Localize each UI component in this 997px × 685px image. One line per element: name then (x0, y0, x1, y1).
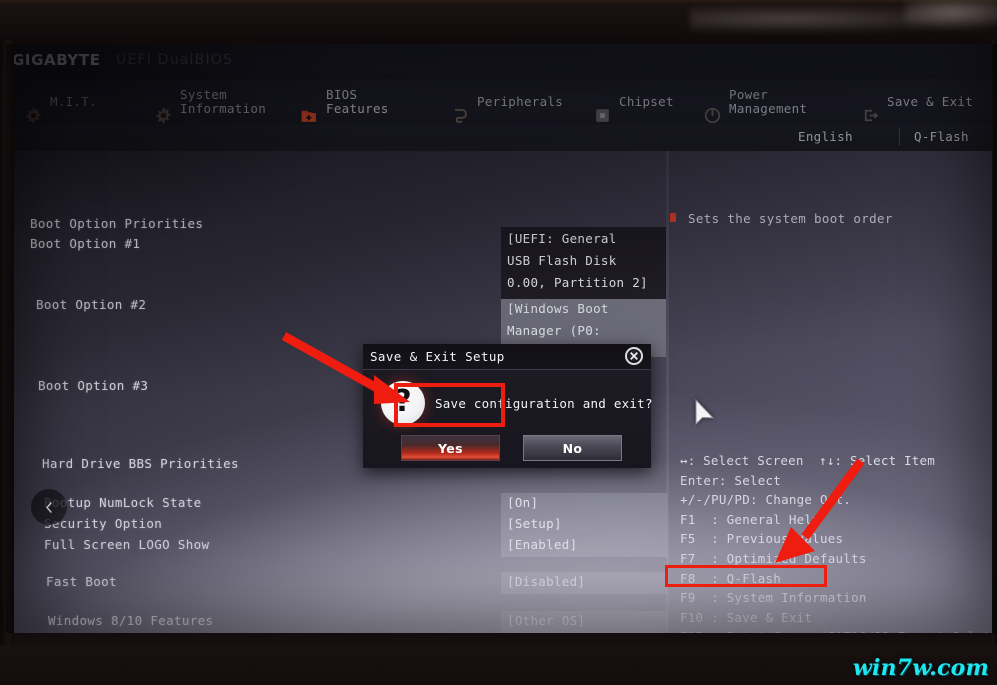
value-line: Manager (P0: (507, 323, 601, 338)
tab-power-management[interactable]: Power Management (703, 79, 807, 124)
tab-label: System Information (180, 86, 267, 116)
setting-label-windows-8-10-features[interactable]: Windows 8/10 Features (48, 613, 213, 628)
watermark: win7w.com (852, 655, 989, 681)
monitor-bezel-top (0, 0, 997, 48)
setting-label-boot-option-1[interactable]: Boot Option #1 (30, 236, 140, 251)
legend-row: F7 : Optimized Defaults (680, 550, 867, 566)
save-and-exit-dialog: Save & Exit Setup ? Save configuration a… (363, 344, 653, 468)
dialog-body: ? Save configuration and exit? Yes No (363, 369, 653, 468)
photo-of-monitor: GIGABYTE UEFI DualBIOS M.I.T. System Inf… (0, 0, 997, 685)
dialog-message: Save configuration and exit? (435, 396, 653, 411)
help-description: Sets the system boot order (688, 211, 893, 226)
no-button[interactable]: No (523, 435, 622, 461)
tab-chipset[interactable]: Chipset (593, 79, 674, 124)
value-full-screen-logo-show[interactable]: [Enabled] (507, 537, 577, 552)
mouse-pointer-icon (695, 399, 715, 426)
main-tab-bar: M.I.T. System Information BIOS Features (6, 79, 997, 124)
legend-row: F9 : System Information (680, 590, 867, 606)
legend-row: Enter: Select (680, 472, 782, 488)
language-selector[interactable]: English (798, 129, 853, 144)
setting-label-fast-boot[interactable]: Fast Boot (46, 574, 117, 589)
tab-label: Chipset (619, 93, 674, 109)
value-windows-8-10-features[interactable]: [Other OS] (507, 613, 585, 628)
value-line: 0.00, Partition 2] (507, 275, 648, 290)
value-line: USB Flash Disk (507, 253, 617, 268)
value-security-option[interactable]: [Setup] (507, 516, 562, 531)
legend-row: +/-/PU/PD: Change Opt. (680, 492, 852, 508)
value-line: [UEFI: General (507, 231, 617, 246)
exit-icon (861, 92, 880, 122)
gear-icon (154, 92, 173, 124)
section-title-boot-option-priorities: Boot Option Priorities (30, 216, 204, 231)
monitor-bezel-left (0, 40, 14, 645)
chip-icon (593, 92, 612, 122)
legend-row-f10-save-and-exit: F10 : Save & Exit (680, 609, 813, 625)
tab-label: M.I.T. (50, 93, 97, 109)
setting-label-full-screen-logo-show[interactable]: Full Screen LOGO Show (44, 537, 209, 552)
scroll-marker-top (670, 213, 676, 222)
setting-label-bootup-numlock-state[interactable]: Bootup NumLock State (44, 495, 202, 510)
tab-mit[interactable]: M.I.T. (24, 79, 97, 124)
q-flash-button[interactable]: Q-Flash (914, 129, 969, 144)
setting-label-boot-option-3[interactable]: Boot Option #3 (38, 378, 148, 393)
mouse-cursor (694, 399, 716, 429)
yes-button[interactable]: Yes (401, 435, 500, 461)
setting-label-boot-option-2[interactable]: Boot Option #2 (36, 297, 146, 312)
close-button[interactable] (625, 347, 643, 365)
dialog-title-bar: Save & Exit Setup (363, 344, 651, 369)
tab-label: Save & Exit (887, 93, 974, 109)
pane-divider (666, 151, 669, 633)
uefi-dualbios-label: UEFI DualBIOS (116, 52, 234, 68)
value-group-c: [Other OS] [Disabled] [Disabled] (501, 611, 667, 633)
gear-icon (24, 92, 43, 124)
tab-label: Power Management (729, 86, 808, 116)
value-group-b: [Disabled] (501, 572, 667, 594)
tab-bios-features[interactable]: BIOS Features (300, 79, 389, 124)
value-line: [Windows Boot (507, 301, 609, 316)
plug-icon (451, 92, 470, 123)
help-pane: Sets the system boot order ↔: Select Scr… (668, 151, 997, 633)
tab-save-and-exit[interactable]: Save & Exit (861, 79, 973, 124)
setting-label-hard-drive-bbs-priorities[interactable]: Hard Drive BBS Priorities (42, 456, 239, 471)
legend-row: F1 : General Help (680, 511, 820, 527)
monitor-bezel-bottom (0, 629, 997, 685)
dialog-title: Save & Exit Setup (370, 349, 505, 364)
bezel-reflection-highlight (905, 0, 997, 30)
tab-peripherals[interactable]: Peripherals (451, 79, 563, 124)
monitor-bezel-right (992, 40, 997, 645)
power-icon (703, 92, 722, 124)
brand-bar: GIGABYTE UEFI DualBIOS (6, 44, 997, 79)
value-fast-boot[interactable]: [Disabled] (507, 574, 585, 589)
legend-row: ↔: Select Screen ↑↓: Select Item (680, 453, 935, 468)
tab-label: BIOS Features (326, 86, 389, 116)
chevron-left-icon (45, 501, 52, 513)
tab-label: Peripherals (477, 93, 564, 109)
value-boot-option-1[interactable]: [UEFI: General USB Flash Disk 0.00, Part… (501, 227, 666, 299)
gigabyte-logo: GIGABYTE (12, 51, 101, 69)
close-icon (630, 352, 638, 360)
key-legend: ↔: Select Screen ↑↓: Select Item Enter: … (680, 451, 996, 633)
legend-row: F12 : Print Screen(FAT16/32 Format Only) (680, 627, 996, 633)
tab-system-information[interactable]: System Information (154, 79, 266, 124)
legend-row: F5 : Previous Values (680, 531, 844, 547)
bios-screen: GIGABYTE UEFI DualBIOS M.I.T. System Inf… (6, 44, 997, 633)
back-button[interactable] (31, 489, 67, 525)
folder-plus-icon (300, 92, 319, 122)
legend-row: F8 : Q-Flash (680, 570, 782, 586)
question-mark-icon: ? (381, 381, 425, 425)
subbar-divider (899, 128, 900, 146)
sub-bar: English Q-Flash (6, 124, 997, 151)
value-bootup-numlock-state[interactable]: [On] (507, 495, 538, 510)
value-group-a: [On] [Setup] [Enabled] (501, 493, 667, 557)
